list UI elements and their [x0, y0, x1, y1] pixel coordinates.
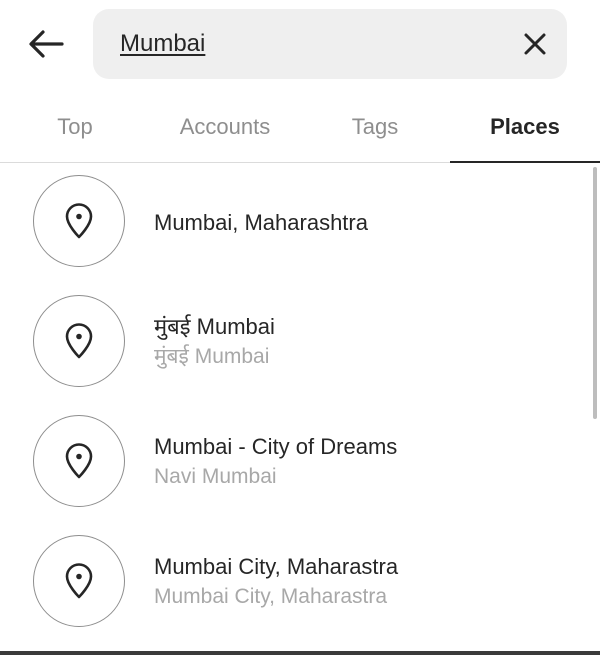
- search-bar: [93, 9, 567, 79]
- location-pin-icon: [65, 203, 93, 239]
- place-subtitle: Mumbai City, Maharastra: [154, 585, 388, 608]
- place-avatar: [33, 415, 125, 507]
- location-pin-icon: [65, 323, 93, 359]
- place-result-text: Mumbai City, Maharastra Mumbai City, Mah…: [154, 552, 574, 612]
- tab-places[interactable]: Places: [450, 92, 600, 163]
- place-title: मुंबई Mumbai: [154, 314, 275, 339]
- bottom-edge-bar: [0, 651, 600, 655]
- place-result-item[interactable]: Mumbai, Maharashtra: [0, 163, 590, 283]
- clear-search-button[interactable]: [517, 26, 553, 62]
- tab-top[interactable]: Top: [0, 92, 150, 162]
- place-result-item[interactable]: मुंबई Mumbai मुंबई Mumbai: [0, 283, 590, 403]
- place-result-item[interactable]: Mumbai - City of Dreams Navi Mumbai: [0, 403, 590, 523]
- search-places-screen: Top Accounts Tags Places Mumbai, Maharas…: [0, 0, 600, 655]
- location-pin-icon: [65, 443, 93, 479]
- place-result-text: मुंबई Mumbai मुंबई Mumbai: [154, 312, 574, 372]
- places-results-list: Mumbai, Maharashtra मुंबई Mumbai मुंबई M…: [0, 163, 600, 651]
- location-pin-icon: [65, 563, 93, 599]
- place-avatar: [33, 175, 125, 267]
- search-tabs: Top Accounts Tags Places: [0, 92, 600, 163]
- arrow-left-icon: [29, 30, 64, 58]
- search-header: [0, 0, 600, 90]
- place-title: Mumbai, Maharashtra: [154, 210, 368, 235]
- tab-tags[interactable]: Tags: [300, 92, 450, 162]
- place-subtitle: Navi Mumbai: [154, 465, 277, 488]
- place-avatar: [33, 295, 125, 387]
- place-result-text: Mumbai, Maharashtra: [154, 208, 574, 238]
- place-result-text: Mumbai - City of Dreams Navi Mumbai: [154, 432, 574, 492]
- place-subtitle: मुंबई Mumbai: [154, 345, 270, 368]
- close-icon: [524, 33, 546, 55]
- place-result-item[interactable]: Mumbai City, Maharastra Mumbai City, Mah…: [0, 523, 590, 643]
- tab-accounts[interactable]: Accounts: [150, 92, 300, 162]
- place-title: Mumbai - City of Dreams: [154, 434, 398, 459]
- results-scrollbar[interactable]: [593, 167, 597, 419]
- search-input[interactable]: [120, 23, 500, 65]
- place-title: Mumbai City, Maharastra: [154, 554, 399, 579]
- back-button[interactable]: [24, 22, 68, 66]
- place-avatar: [33, 535, 125, 627]
